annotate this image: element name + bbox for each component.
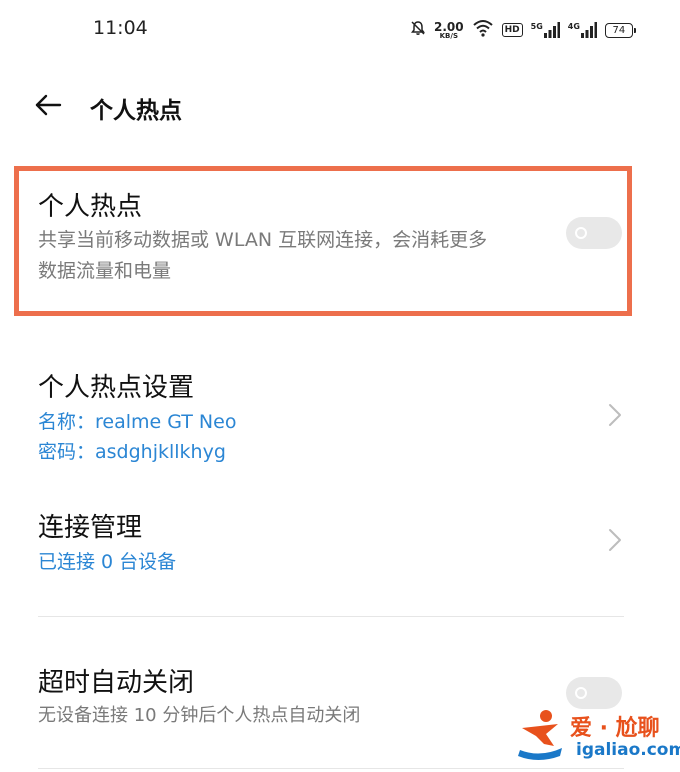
section-divider — [38, 616, 624, 617]
chevron-right-icon[interactable] — [608, 528, 622, 552]
sim2-network-label: 4G — [567, 22, 580, 31]
auto-off-title: 超时自动关闭 — [38, 668, 195, 698]
watermark-brand: 爱 · 尬聊 — [570, 716, 660, 741]
hd-voice-icon: HD — [501, 23, 523, 37]
status-bar: 11:04 2.00 KB/S HD 5G 4G 74 — [0, 0, 680, 60]
hotspot-name: 名称：realme GT Neo — [38, 411, 237, 433]
network-speed-unit: KB/S — [439, 31, 458, 40]
wifi-icon — [472, 19, 494, 41]
back-arrow-icon — [35, 94, 62, 116]
watermark-logo-icon — [518, 710, 562, 760]
hotspot-settings-row[interactable]: 个人热点设置 名称：realme GT Neo 密码：asdghjkllkhyg — [0, 355, 680, 475]
mute-bell-icon — [410, 20, 426, 40]
sim1-signal-icon: 5G — [531, 22, 560, 38]
toggle-knob — [575, 687, 587, 699]
bottom-divider — [38, 768, 624, 769]
chevron-right-icon[interactable] — [608, 403, 622, 427]
connection-management-title: 连接管理 — [38, 513, 143, 543]
battery-icon: 74 — [604, 22, 636, 38]
back-button[interactable] — [30, 89, 66, 121]
auto-off-description: 无设备连接 10 分钟后个人热点自动关闭 — [38, 705, 361, 726]
network-speed-value: 2.00 — [434, 19, 464, 34]
sim2-signal-icon: 4G — [568, 22, 597, 38]
connected-devices-status: 已连接 0 台设备 — [38, 551, 177, 573]
watermark-domain: igaliao.com — [576, 740, 680, 760]
status-time: 11:04 — [93, 17, 148, 39]
network-speed: 2.00 KB/S — [434, 21, 464, 40]
auto-off-toggle-switch[interactable] — [566, 677, 622, 709]
top-app-bar: 个人热点 — [0, 75, 680, 135]
status-icons: 2.00 KB/S HD 5G 4G 74 — [410, 14, 636, 46]
hotspot-settings-title: 个人热点设置 — [38, 373, 195, 403]
page-title: 个人热点 — [90, 98, 182, 124]
hotspot-password: 密码：asdghjkllkhyg — [38, 441, 226, 463]
highlight-frame — [14, 166, 632, 316]
connection-management-row[interactable]: 连接管理 已连接 0 台设备 — [0, 495, 680, 605]
site-watermark: 爱 · 尬聊 igaliao.com — [516, 706, 680, 766]
sim1-network-label: 5G — [530, 22, 543, 31]
